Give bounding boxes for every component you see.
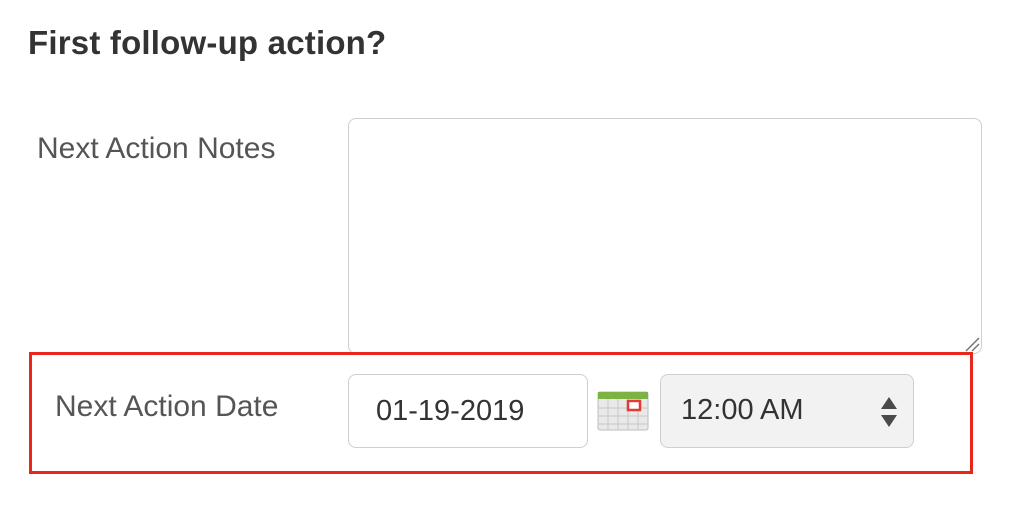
time-select-value: 12:00 AM — [681, 394, 804, 426]
next-action-notes-label: Next Action Notes — [37, 132, 276, 165]
time-select[interactable]: 12:00 AM — [660, 374, 914, 448]
follow-up-form: First follow-up action? Next Action Note… — [0, 0, 1024, 522]
next-action-notes-textarea[interactable] — [348, 118, 982, 354]
next-action-date-label: Next Action Date — [55, 390, 279, 423]
resize-grip-icon[interactable] — [962, 334, 980, 352]
section-title: First follow-up action? — [28, 24, 387, 61]
next-action-date-input[interactable] — [348, 374, 588, 448]
updown-arrows-icon — [881, 397, 897, 427]
calendar-icon[interactable] — [597, 391, 649, 431]
